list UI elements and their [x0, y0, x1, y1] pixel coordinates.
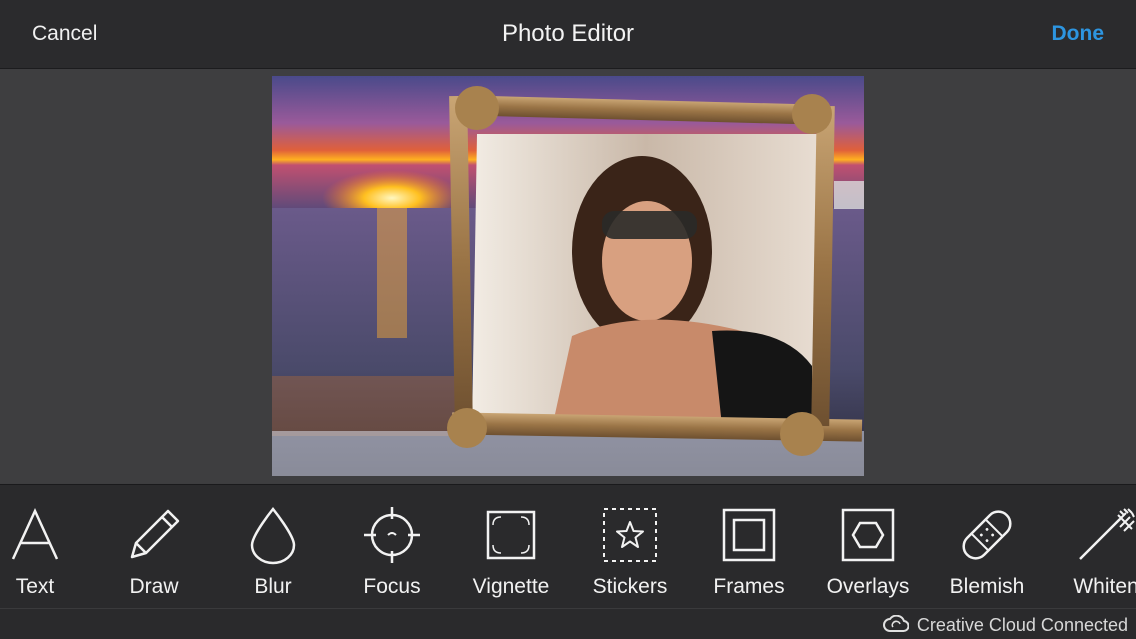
edited-photo-image: [272, 76, 864, 476]
status-bar: Creative Cloud Connected: [0, 608, 1136, 639]
tool-label: Vignette: [472, 575, 550, 598]
done-button[interactable]: Done: [1052, 22, 1105, 46]
tool-label: Stickers: [592, 575, 668, 598]
tool-label: Whiten: [1073, 575, 1136, 598]
top-bar: Cancel Photo Editor Done: [0, 0, 1136, 69]
tool-stickers[interactable]: Stickers: [575, 499, 685, 603]
tool-label: Draw: [129, 575, 179, 598]
tool-vignette[interactable]: Vignette: [456, 499, 566, 603]
photo-canvas[interactable]: [272, 76, 864, 476]
tool-blemish[interactable]: Blemish: [932, 499, 1042, 603]
vignette-icon: [481, 505, 541, 565]
crosshair-icon: [362, 505, 422, 565]
creative-cloud-icon: [882, 615, 909, 632]
bandage-icon: [957, 505, 1017, 565]
star-icon: [600, 505, 660, 565]
pencil-icon: [124, 505, 184, 565]
tool-bar: Text Draw Blur Focus Vignette Stickers F…: [0, 484, 1136, 609]
tool-label: Focus: [363, 575, 421, 598]
tool-text[interactable]: Text: [0, 499, 90, 603]
hexagon-icon: [838, 505, 898, 565]
frame-icon: [719, 505, 779, 565]
tool-overlays[interactable]: Overlays: [813, 499, 923, 603]
canvas-area: [0, 69, 1136, 483]
tool-label: Overlays: [826, 575, 910, 598]
droplet-icon: [243, 505, 303, 565]
tool-label: Frames: [713, 575, 785, 598]
tool-label: Blur: [254, 575, 292, 598]
page-title: Photo Editor: [501, 20, 635, 47]
tool-frames[interactable]: Frames: [694, 499, 804, 603]
photo-editor-app: Cancel Photo Editor Done Text Draw Blur …: [0, 0, 1136, 639]
tool-draw[interactable]: Draw: [99, 499, 209, 603]
tool-blur[interactable]: Blur: [218, 499, 328, 603]
creative-cloud-label: Creative Cloud Connected: [916, 614, 1128, 635]
creative-cloud-status: Creative Cloud Connected: [882, 613, 1128, 637]
tool-label: Blemish: [949, 575, 1025, 598]
tool-label: Text: [15, 575, 55, 598]
tool-focus[interactable]: Focus: [337, 499, 447, 603]
text-icon: [5, 505, 65, 565]
tool-whiten[interactable]: Whiten: [1051, 499, 1136, 603]
toothbrush-icon: [1076, 505, 1136, 565]
